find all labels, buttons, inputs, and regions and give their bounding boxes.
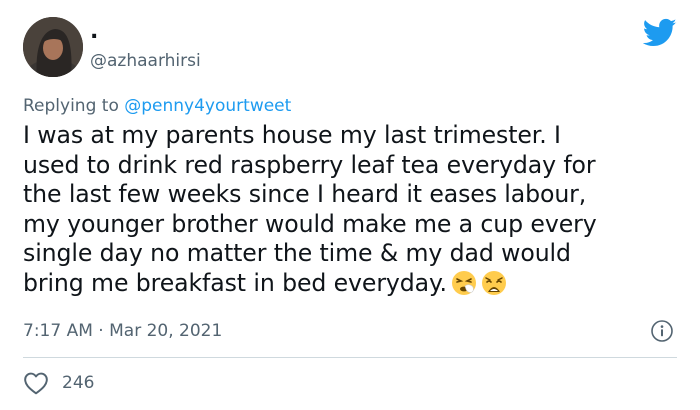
like-count[interactable]: 246 <box>62 372 94 394</box>
tweet-text-line: used to drink red raspberry leaf tea eve… <box>23 150 596 179</box>
tweet-text-line: I was at my parents house my last trimes… <box>23 121 561 149</box>
divider <box>23 357 677 358</box>
user-handle[interactable]: @azhaarhirsi <box>90 50 201 72</box>
replying-to-line: Replying to @penny4yourtweet <box>23 94 291 118</box>
reply-target-link[interactable]: @penny4yourtweet <box>124 96 291 116</box>
heart-like-icon[interactable] <box>23 371 49 395</box>
tweet-text-line: my younger brother would make me a cup e… <box>23 209 597 238</box>
avatar[interactable] <box>23 17 83 77</box>
tweet-timestamp[interactable]: 7:17 AM · Mar 20, 2021 <box>23 320 222 342</box>
tweet-card: . @azhaarhirsi Replying to @penny4yourtw… <box>0 0 700 410</box>
twitter-bird-icon[interactable] <box>643 18 677 48</box>
replying-to-label: Replying to <box>23 96 125 116</box>
tweet-text-line: bring me breakfast in bed everyday. <box>23 268 447 297</box>
display-name[interactable]: . <box>90 20 98 44</box>
tweet-time: 7:17 AM <box>23 321 93 341</box>
tweet-text: I was at my parents house my last trimes… <box>23 121 673 298</box>
tweet-date: Mar 20, 2021 <box>109 321 223 341</box>
sneezing-face-emoji-icon <box>451 270 476 295</box>
info-icon[interactable] <box>650 319 674 343</box>
avatar-image <box>23 17 83 77</box>
tweet-text-last-line: bring me breakfast in bed everyday. <box>23 269 673 299</box>
tweet-text-line: single day no matter the time & my dad w… <box>23 239 571 267</box>
tweet-text-line: the last few weeks since I heard it ease… <box>23 180 587 208</box>
weary-face-emoji-icon <box>481 270 506 295</box>
timestamp-separator: · <box>92 321 110 341</box>
